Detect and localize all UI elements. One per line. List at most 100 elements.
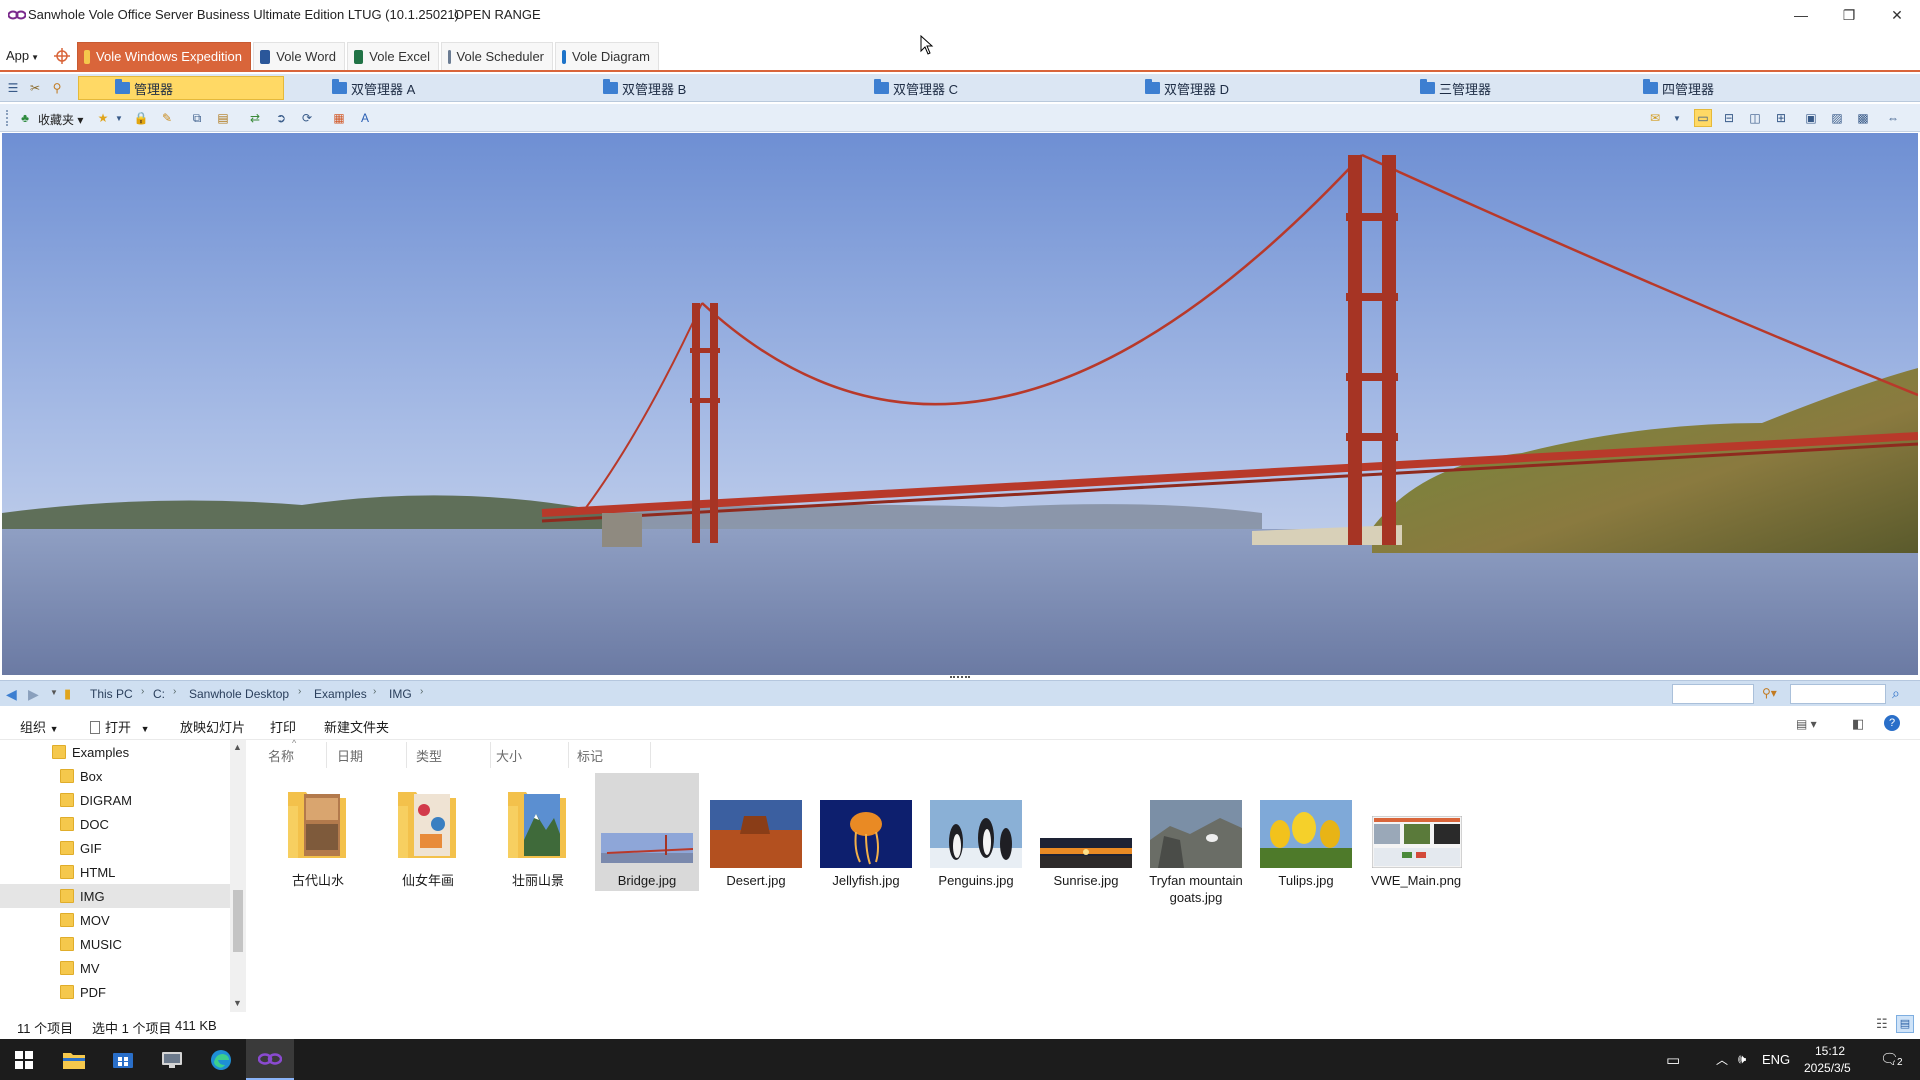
print-button[interactable]: 打印 [270, 717, 296, 736]
scrollbar-thumb[interactable] [233, 890, 243, 952]
image-view-icon[interactable]: ▨ [1828, 109, 1846, 127]
keyboard-layout-icon[interactable]: ▭ [1666, 1051, 1680, 1069]
tree-scrollbar[interactable]: ▲ ▼ [230, 740, 246, 1012]
store-taskbar-button[interactable] [99, 1039, 147, 1080]
breadcrumb-desktop[interactable]: Sanwhole Desktop [189, 687, 289, 701]
tree-item-gif[interactable]: GIF [0, 836, 230, 860]
folder-open-icon[interactable]: ✉ [1646, 109, 1664, 127]
tree-item-pdf[interactable]: PDF [0, 980, 230, 1004]
file-explorer-taskbar-button[interactable] [50, 1039, 98, 1080]
new-folder-button[interactable]: 新建文件夹 [324, 717, 389, 736]
column-divider[interactable] [406, 742, 407, 768]
preview-pane-icon[interactable]: ▣ [1802, 109, 1820, 127]
column-divider[interactable] [568, 742, 569, 768]
file-item-jellyfish[interactable]: Jellyfish.jpg [814, 774, 918, 892]
grid-color-icon[interactable]: ▦ [330, 109, 348, 127]
forward-arrow-icon[interactable]: ▶ [28, 686, 39, 703]
paste-icon[interactable]: ▤ [214, 109, 232, 127]
tab-dual-manager-c[interactable]: 双管理器 C [874, 76, 958, 100]
back-arrow-icon[interactable]: ◀ [6, 686, 17, 703]
tree-item-mov[interactable]: MOV [0, 908, 230, 932]
app-taskbar-button[interactable] [148, 1039, 196, 1080]
address-input[interactable] [1672, 684, 1754, 704]
clock-time[interactable]: 15:12 [1815, 1044, 1845, 1058]
move-icon[interactable]: ⇄ [246, 109, 264, 127]
file-item-vwe-main[interactable]: VWE_Main.png [1364, 774, 1468, 892]
tree-item-html[interactable]: HTML [0, 860, 230, 884]
app-menu[interactable]: App ▼ [6, 48, 39, 63]
file-item-tulips[interactable]: Tulips.jpg [1254, 774, 1358, 892]
layout-vertical-icon[interactable]: ◫ [1746, 109, 1764, 127]
column-divider[interactable] [650, 742, 651, 768]
layout-split-icon[interactable]: ⊞ [1772, 109, 1790, 127]
scroll-up-icon[interactable]: ▲ [233, 742, 242, 752]
tab-vole-word[interactable]: Vole Word [253, 42, 345, 70]
tree-item-box[interactable]: Box [0, 764, 230, 788]
volume-icon[interactable]: 🕪 [1738, 1051, 1746, 1067]
file-item-folder-mountain[interactable]: 壮丽山景 [486, 774, 590, 892]
start-button[interactable] [0, 1039, 48, 1080]
file-item-folder-ancient[interactable]: 古代山水 [266, 774, 370, 892]
file-item-tryfan[interactable]: Tryfan mountain goats.jpg [1144, 774, 1248, 924]
tree-item-mv[interactable]: MV [0, 956, 230, 980]
view-options-icon[interactable]: ▤ ▾ [1796, 717, 1817, 731]
forward-circle-icon[interactable]: ➲ [272, 109, 290, 127]
copy-icon[interactable]: ⧉ [188, 109, 206, 127]
favorites-menu[interactable]: 收藏夹 ▾ [38, 111, 83, 128]
tab-vole-windows-expedition[interactable]: Vole Windows Expedition [77, 42, 251, 70]
tab-dual-manager-d[interactable]: 双管理器 D [1145, 76, 1229, 100]
organize-button[interactable]: 组织 ▼ [20, 717, 59, 736]
breadcrumb-img[interactable]: IMG [389, 687, 412, 701]
broom-icon[interactable]: ✎ [158, 109, 176, 127]
tab-quad-manager[interactable]: 四管理器 [1643, 76, 1714, 100]
scroll-down-icon[interactable]: ▼ [233, 998, 242, 1008]
file-item-penguins[interactable]: Penguins.jpg [924, 774, 1028, 892]
search-icon[interactable]: ⌕ [1892, 685, 1900, 702]
details-view-icon[interactable]: ☷ [1876, 1016, 1888, 1032]
edge-taskbar-button[interactable] [197, 1039, 245, 1080]
tree-item-music[interactable]: MUSIC [0, 932, 230, 956]
open-button[interactable]: 打开 ▼ [90, 717, 150, 736]
favorites-icon[interactable]: ♣ [16, 109, 34, 127]
language-indicator[interactable]: ENG [1762, 1052, 1790, 1067]
up-folder-icon[interactable]: ▮ [64, 686, 71, 702]
clock-date[interactable]: 2025/3/5 [1804, 1061, 1851, 1075]
file-item-folder-fairy[interactable]: 仙女年画 [376, 774, 480, 892]
file-item-sunrise[interactable]: Sunrise.jpg [1034, 774, 1138, 892]
slideshow-button[interactable]: 放映幻灯片 [180, 717, 245, 736]
breadcrumb-this-pc[interactable]: This PC [90, 687, 133, 701]
column-divider[interactable] [326, 742, 327, 768]
options-icon[interactable]: ⇔ [1884, 109, 1902, 127]
layout-single-icon[interactable]: ▭ [1694, 109, 1712, 127]
breadcrumb-drive[interactable]: C: [153, 687, 165, 701]
tree-item-img[interactable]: IMG [0, 884, 230, 908]
preview-pane-icon[interactable]: ◧ [1852, 716, 1864, 732]
breadcrumb-examples[interactable]: Examples [314, 687, 367, 701]
tab-dual-manager-b[interactable]: 双管理器 B [603, 76, 686, 100]
large-icons-view-icon[interactable]: ▤ [1896, 1015, 1914, 1033]
column-header-size[interactable]: 大小 [496, 746, 522, 765]
file-item-desert[interactable]: Desert.jpg [704, 774, 808, 892]
chevron-down-icon[interactable]: ▼ [50, 688, 58, 697]
tab-vole-excel[interactable]: Vole Excel [347, 42, 439, 70]
tab-dual-manager-a[interactable]: 双管理器 A [332, 76, 415, 100]
layout-horizontal-icon[interactable]: ⊟ [1720, 109, 1738, 127]
column-header-date[interactable]: 日期 [337, 746, 363, 765]
tab-triple-manager[interactable]: 三管理器 [1420, 76, 1491, 100]
show-hidden-icons-chevron-up-icon[interactable]: ︿ [1716, 1051, 1728, 1068]
tools-icon[interactable]: ✂ [26, 79, 44, 97]
minimize-button[interactable]: — [1778, 0, 1824, 30]
filter-icon[interactable]: ⚲▾ [1762, 686, 1777, 700]
text-a-icon[interactable]: A [356, 109, 374, 127]
tab-manager[interactable]: 管理器 [78, 76, 284, 100]
close-button[interactable]: ✕ [1874, 0, 1920, 30]
search-input[interactable] [1790, 684, 1886, 704]
refresh-circle-icon[interactable]: ⟳ [298, 109, 316, 127]
column-divider[interactable] [490, 742, 491, 768]
tree-item-doc[interactable]: DOC [0, 812, 230, 836]
tab-vole-diagram[interactable]: Vole Diagram [555, 42, 659, 70]
restore-button[interactable]: ❐ [1826, 0, 1872, 30]
tab-vole-scheduler[interactable]: Vole Scheduler [441, 42, 553, 70]
help-icon[interactable]: ? [1884, 715, 1900, 731]
list-icon[interactable]: ☰ [4, 79, 22, 97]
